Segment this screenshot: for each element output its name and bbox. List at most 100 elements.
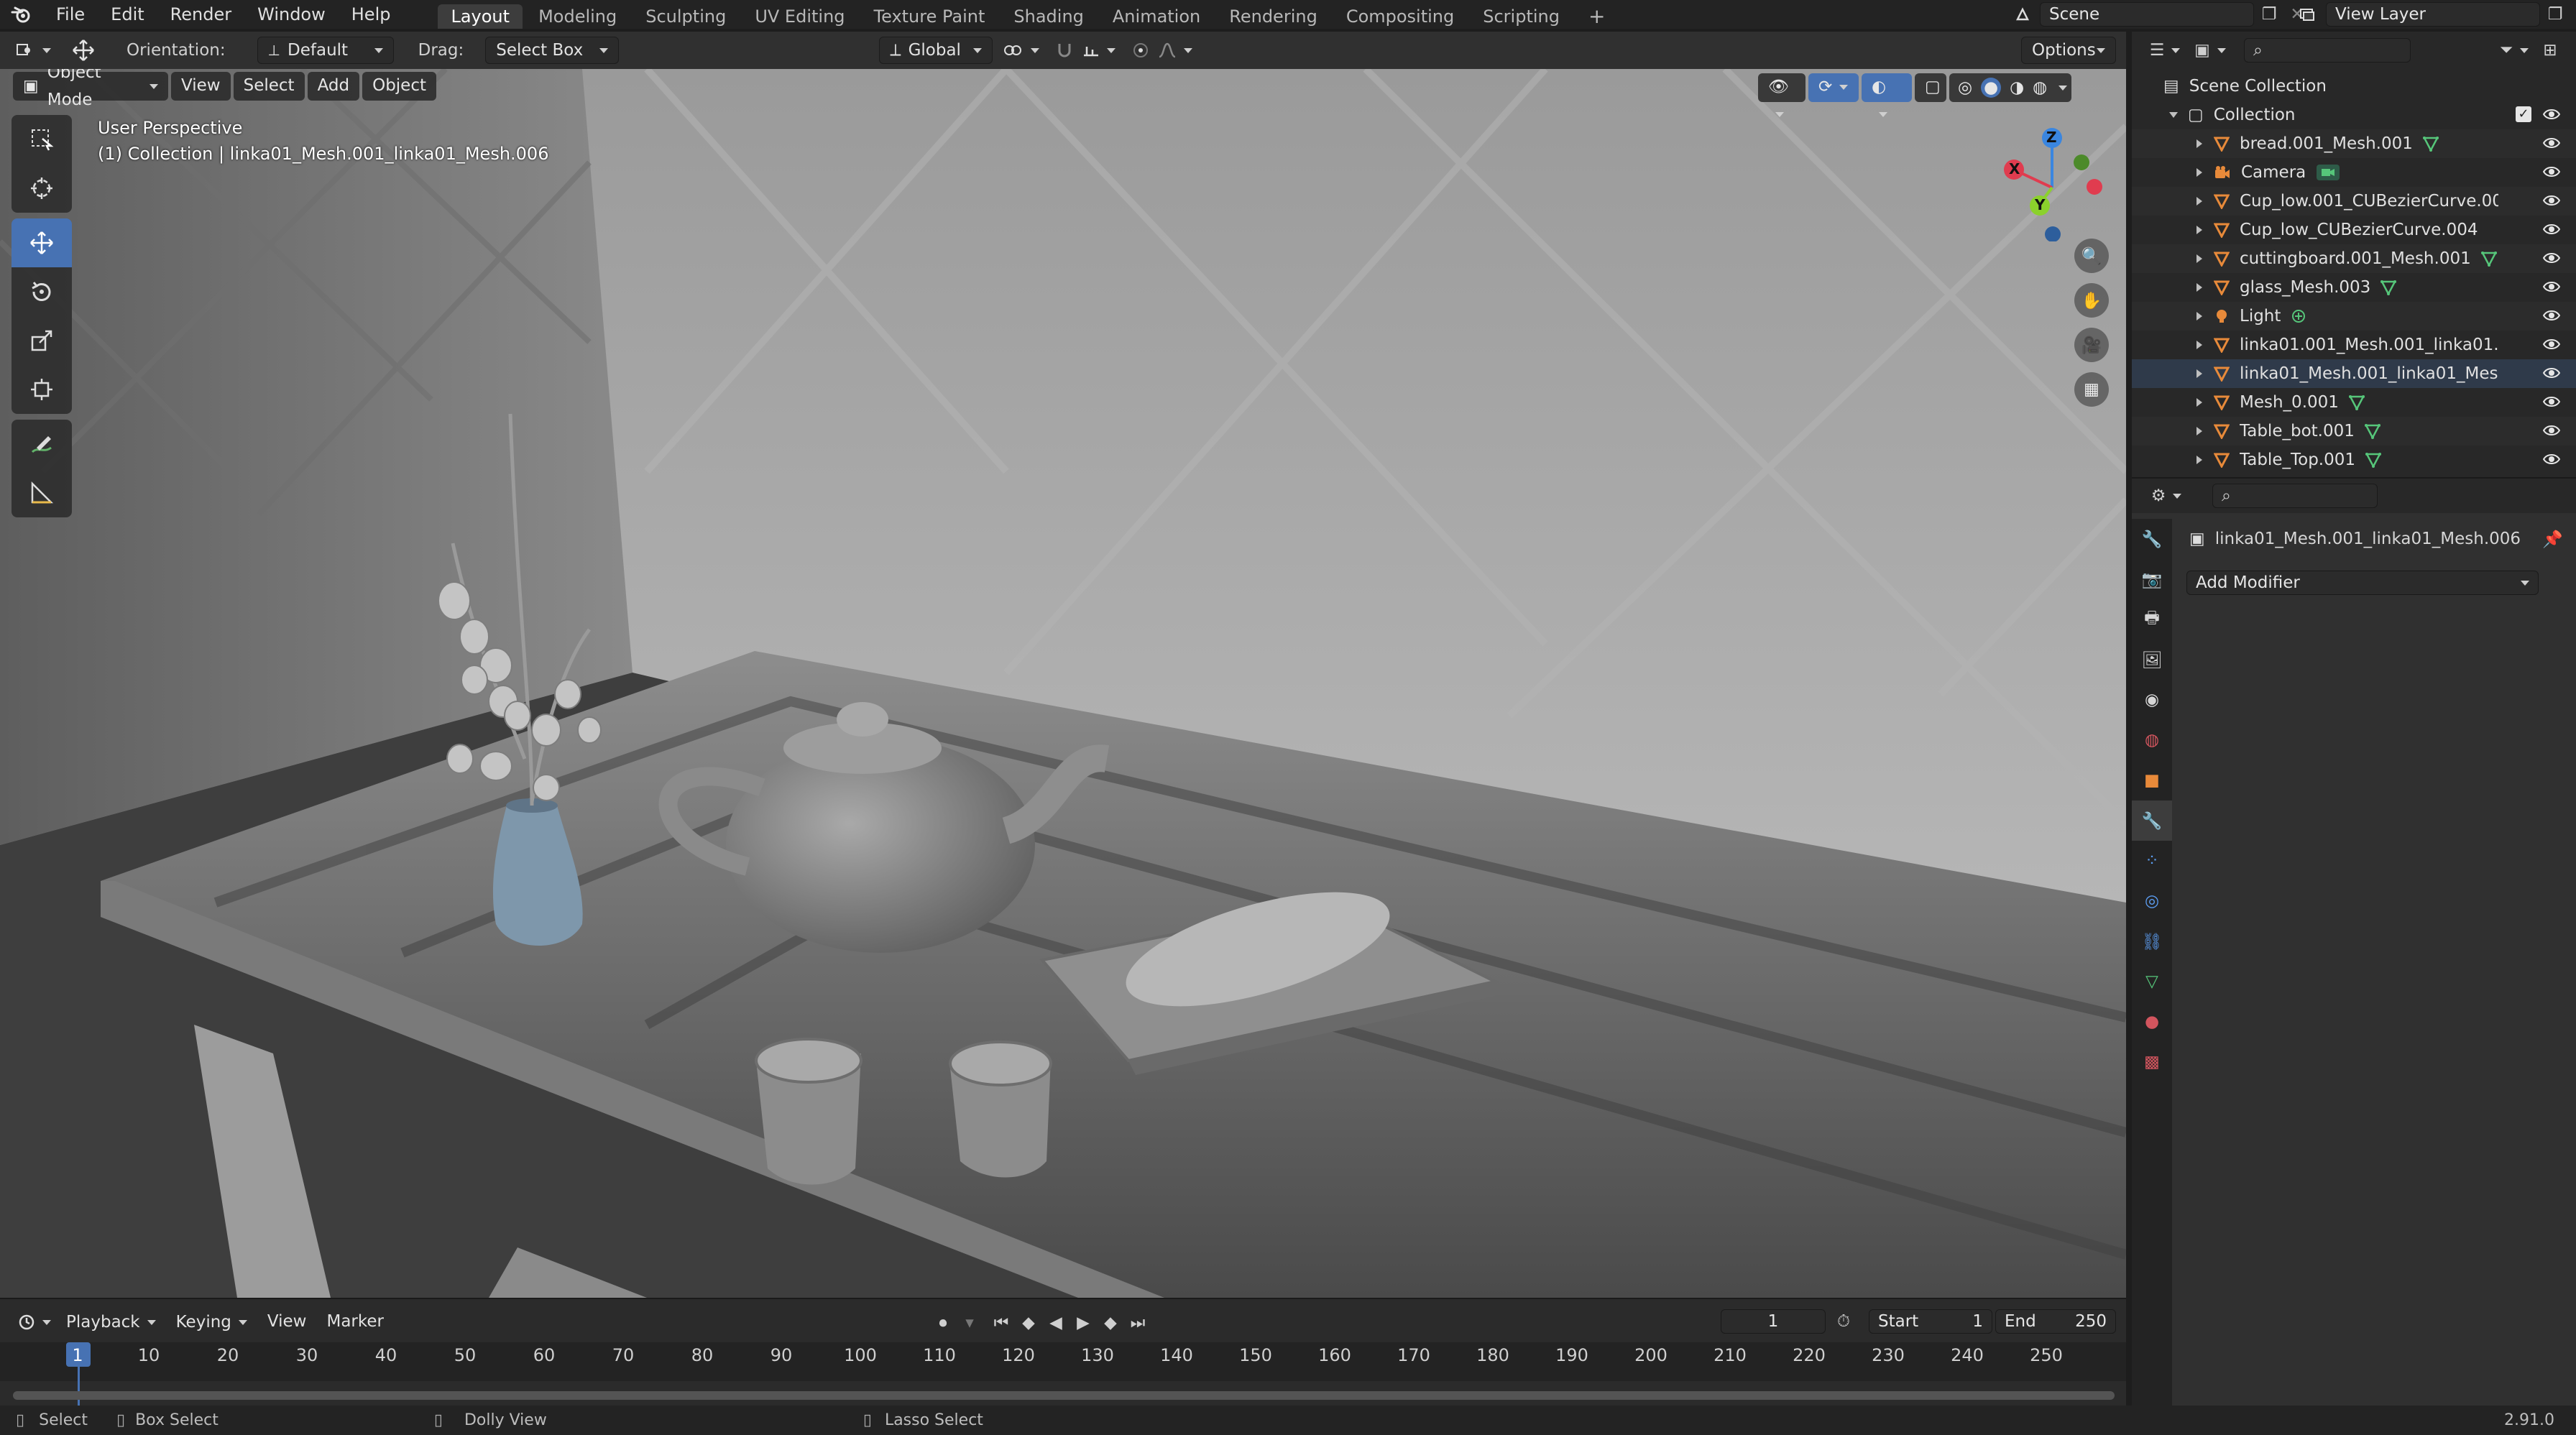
mesh-data-icon[interactable] bbox=[2348, 394, 2365, 410]
menu-edit[interactable]: Edit bbox=[98, 0, 157, 29]
outliner-item[interactable]: Light bbox=[2132, 302, 2576, 331]
scale-tool-icon[interactable] bbox=[12, 316, 72, 365]
copy-scene-icon[interactable]: ❐ bbox=[2254, 5, 2284, 24]
mesh-data-icon[interactable] bbox=[2364, 423, 2380, 439]
add-modifier-dropdown[interactable]: Add Modifier bbox=[2186, 571, 2539, 595]
mesh-data-icon[interactable] bbox=[2480, 251, 2497, 267]
render-tab-icon[interactable]: 📷 bbox=[2132, 559, 2172, 599]
outliner-editor-type-icon[interactable]: ☰ bbox=[2143, 37, 2186, 64]
outliner-item[interactable]: Camera bbox=[2132, 158, 2576, 187]
outliner-item[interactable]: linka01.001_Mesh.001_linka01.0 bbox=[2132, 331, 2576, 359]
scene-tab-icon[interactable]: ◉ bbox=[2132, 680, 2172, 720]
timeline-scrollbar[interactable] bbox=[13, 1391, 2115, 1400]
remove-view-layer-icon[interactable]: ✕ bbox=[2570, 5, 2576, 24]
filter-icon[interactable]: ⏷ bbox=[2493, 37, 2536, 64]
annotate-tool-icon[interactable] bbox=[12, 420, 72, 469]
rotate-tool-icon[interactable] bbox=[12, 267, 72, 316]
tab-texture-paint[interactable]: Texture Paint bbox=[861, 4, 998, 29]
outliner-item[interactable]: Table_Top.001 bbox=[2132, 446, 2576, 474]
select-box-tool-icon[interactable] bbox=[12, 115, 72, 164]
navigation-gizmo[interactable]: Z X Y bbox=[1991, 119, 2113, 242]
outliner-item[interactable]: Mesh_0.001 bbox=[2132, 388, 2576, 417]
snap-toggle-icon[interactable] bbox=[1050, 37, 1079, 64]
expand-item-icon[interactable] bbox=[2196, 168, 2202, 177]
texture-tab-icon[interactable]: ▩ bbox=[2132, 1042, 2172, 1082]
options-dropdown[interactable]: Options bbox=[2021, 37, 2116, 64]
data-tab-icon[interactable]: ▽ bbox=[2132, 961, 2172, 1002]
pan-hand-icon[interactable]: ✋ bbox=[2074, 283, 2109, 318]
expand-item-icon[interactable] bbox=[2196, 398, 2202, 407]
collection-row[interactable]: ▢ Collection ✓ bbox=[2132, 101, 2576, 129]
viewport-menu-view[interactable]: View bbox=[171, 72, 231, 101]
new-collection-icon[interactable]: ⊞ bbox=[2536, 37, 2564, 64]
overlays-toggle-icon[interactable]: ◐ bbox=[1862, 73, 1912, 117]
viewport-menu-select[interactable]: Select bbox=[233, 72, 305, 101]
light-data-icon[interactable] bbox=[2291, 308, 2306, 324]
material-shading-icon[interactable]: ◑ bbox=[2010, 74, 2024, 101]
visibility-eye-icon[interactable] bbox=[2543, 252, 2560, 264]
use-preview-range-icon[interactable]: ⏱ bbox=[1837, 1312, 1850, 1331]
outliner-item[interactable]: Cup_low_CUBezierCurve.004 bbox=[2132, 216, 2576, 244]
tab-rendering[interactable]: Rendering bbox=[1216, 4, 1330, 29]
keying-set-icon[interactable]: ▾ bbox=[959, 1309, 980, 1337]
outliner-item[interactable]: bread.001_Mesh.001 bbox=[2132, 129, 2576, 158]
object-tab-icon[interactable]: ■ bbox=[2132, 760, 2172, 800]
object-mode-dropdown[interactable]: ▣ Object Mode bbox=[13, 69, 168, 109]
menu-help[interactable]: Help bbox=[339, 0, 404, 29]
outliner-item[interactable]: Table_bot.001 bbox=[2132, 417, 2576, 446]
xray-toggle-icon[interactable]: ▢ bbox=[1915, 73, 1946, 102]
end-frame-field[interactable]: End 250 bbox=[1995, 1309, 2116, 1334]
jump-start-icon[interactable]: ⏮ bbox=[988, 1309, 1015, 1337]
zoom-icon[interactable]: 🔍 bbox=[2074, 239, 2109, 273]
tab-shading[interactable]: Shading bbox=[1000, 4, 1097, 29]
timeline-editor-type-icon[interactable] bbox=[13, 1309, 56, 1336]
timeline-ruler[interactable]: 1 10 20 30 40 50 60 70 80 90 100 110 120 130 140 150 160… bbox=[0, 1342, 2126, 1406]
view-layer-icon[interactable] bbox=[2288, 2, 2326, 27]
next-keyframe-icon[interactable]: ◆ bbox=[1097, 1309, 1124, 1337]
expand-item-icon[interactable] bbox=[2196, 427, 2202, 435]
mesh-data-icon[interactable] bbox=[2422, 136, 2439, 152]
timeline-menu-keying[interactable]: Keying bbox=[166, 1309, 257, 1336]
auto-keying-icon[interactable]: ⏺ bbox=[927, 1309, 959, 1337]
expand-item-icon[interactable] bbox=[2196, 312, 2202, 320]
expand-item-icon[interactable] bbox=[2196, 197, 2202, 206]
move-tool-icon[interactable] bbox=[12, 218, 72, 267]
expand-item-icon[interactable] bbox=[2196, 254, 2202, 263]
visibility-icon[interactable]: 👁 bbox=[1758, 73, 1806, 117]
mesh-data-icon[interactable] bbox=[2380, 280, 2397, 295]
prev-keyframe-icon[interactable]: ◆ bbox=[1015, 1309, 1042, 1337]
particles-tab-icon[interactable]: ⁘ bbox=[2132, 841, 2172, 881]
expand-item-icon[interactable] bbox=[2196, 226, 2202, 234]
falloff-curve-icon[interactable] bbox=[1155, 37, 1195, 64]
blender-logo-icon[interactable] bbox=[0, 0, 43, 29]
play-icon[interactable]: ▶ bbox=[1070, 1309, 1097, 1337]
properties-search-field[interactable]: ⌕ bbox=[2212, 484, 2378, 508]
properties-object-name[interactable]: linka01_Mesh.001_linka01_Mesh.006 bbox=[2215, 530, 2521, 548]
modifier-tab-icon[interactable]: 🔧 bbox=[2132, 800, 2172, 841]
outliner-item[interactable]: Cup_low.001_CUBezierCurve.005 bbox=[2132, 187, 2576, 216]
view-layer-name-field[interactable]: View Layer bbox=[2326, 2, 2540, 27]
properties-editor-type-icon[interactable]: ⚙ bbox=[2145, 482, 2188, 509]
viewport-menu-add[interactable]: Add bbox=[307, 72, 360, 101]
proportional-edit-icon[interactable] bbox=[1126, 37, 1155, 64]
snap-element-icon[interactable] bbox=[1079, 37, 1119, 64]
tab-compositing[interactable]: Compositing bbox=[1333, 4, 1467, 29]
copy-view-layer-icon[interactable]: ❐ bbox=[2540, 5, 2570, 24]
3d-viewport[interactable]: ▣ Object Mode View Select Add Object 👁 ⟳… bbox=[0, 69, 2126, 1298]
orientation-dropdown[interactable]: ⊥ Default bbox=[257, 37, 394, 64]
scene-icon[interactable] bbox=[2005, 2, 2040, 27]
measure-tool-icon[interactable] bbox=[12, 469, 72, 517]
camera-view-icon[interactable]: 🎥 bbox=[2074, 328, 2109, 362]
tab-uv-editing[interactable]: UV Editing bbox=[742, 4, 857, 29]
viewport-menu-object[interactable]: Object bbox=[362, 72, 437, 101]
outliner-item[interactable]: glass_Mesh.003 bbox=[2132, 273, 2576, 302]
expand-item-icon[interactable] bbox=[2196, 283, 2202, 292]
expand-collection-icon[interactable] bbox=[2169, 112, 2178, 118]
scene-collection-row[interactable]: ▤ Scene Collection bbox=[2132, 72, 2576, 101]
transform-orientation-dropdown[interactable]: ⟂ Global bbox=[879, 37, 993, 64]
menu-render[interactable]: Render bbox=[157, 0, 244, 29]
tab-modeling[interactable]: Modeling bbox=[525, 4, 630, 29]
visibility-eye-icon[interactable] bbox=[2543, 453, 2560, 466]
tab-sculpting[interactable]: Sculpting bbox=[632, 4, 739, 29]
jump-end-icon[interactable]: ⏭ bbox=[1124, 1309, 1151, 1337]
